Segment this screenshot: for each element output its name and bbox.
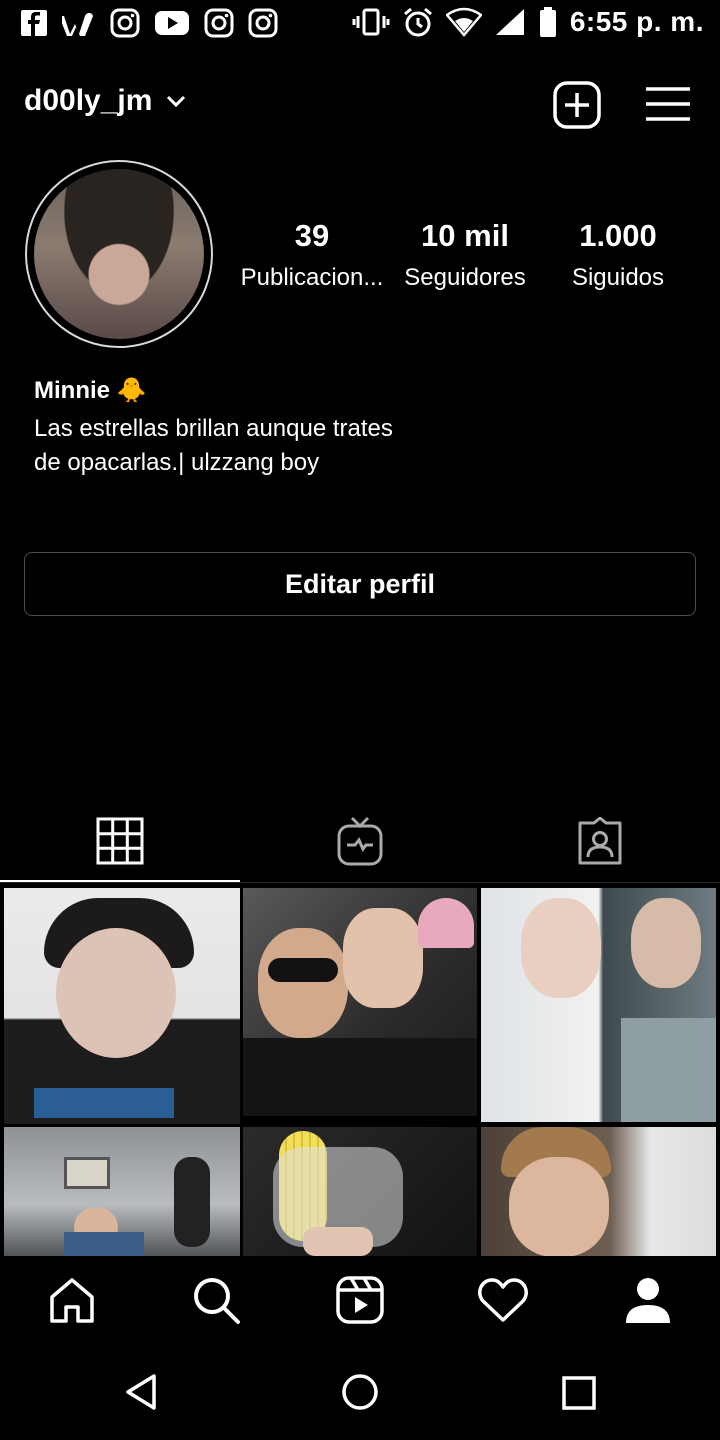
stat-following[interactable]: 1.000 Siguidos [548, 218, 688, 292]
instagram-icon [204, 8, 234, 38]
search-icon [194, 1278, 240, 1324]
reels-icon [336, 1276, 384, 1324]
nav-home[interactable] [42, 1272, 102, 1328]
profile-bio: Las estrellas brillan aunque trates de o… [34, 415, 393, 476]
tagged-icon [578, 817, 622, 865]
chevron-down-icon [167, 95, 186, 108]
recents-icon[interactable] [560, 1374, 598, 1412]
tab-grid[interactable] [0, 800, 240, 882]
username: d00ly_jm [24, 84, 153, 117]
nav-reels[interactable] [330, 1272, 390, 1328]
menu-icon[interactable] [644, 84, 692, 124]
home-circle-icon[interactable] [340, 1372, 380, 1412]
stat-posts-label: Publicacion... [240, 264, 384, 291]
tab-active-indicator [0, 880, 240, 882]
vibrate-icon [352, 8, 390, 36]
grid-post[interactable] [4, 888, 240, 1124]
avatar[interactable] [34, 169, 204, 339]
account-switcher[interactable]: d00ly_jm [24, 84, 186, 118]
stat-posts[interactable]: 39 Publicacion... [232, 218, 392, 292]
notification-icons [20, 8, 278, 38]
nav-profile[interactable] [618, 1272, 678, 1328]
tab-tagged[interactable] [480, 800, 720, 882]
instagram-icon [110, 8, 140, 38]
igtv-icon [337, 816, 383, 866]
grid-icon [96, 817, 144, 865]
back-icon[interactable] [122, 1372, 162, 1412]
grid-post[interactable] [481, 888, 716, 1122]
add-post-icon[interactable] [552, 80, 602, 130]
facebook-icon [21, 10, 47, 36]
profile-name: Minnie 🐥 [34, 377, 147, 404]
instagram-icon [248, 8, 278, 38]
stat-following-value: 1.000 [579, 218, 657, 253]
clock: 6:55 p. m. [569, 6, 704, 37]
grid-post[interactable] [243, 888, 477, 1116]
home-icon [50, 1278, 94, 1323]
grid-post[interactable] [481, 1127, 716, 1256]
tab-igtv[interactable] [240, 800, 480, 882]
stat-following-label: Siguidos [571, 264, 665, 291]
heart-icon [478, 1278, 528, 1322]
nav-activity[interactable] [473, 1272, 533, 1328]
stat-posts-value: 39 [294, 218, 330, 253]
wattpad-icon [62, 13, 93, 36]
battery-icon [539, 7, 556, 37]
tab-divider [0, 882, 720, 883]
grid-post[interactable] [4, 1127, 240, 1256]
signal-icon [495, 9, 524, 35]
stat-followers-label: Seguidores [404, 264, 526, 291]
status-bar: 6:55 p. m. [0, 0, 720, 52]
profile-icon [626, 1278, 670, 1323]
nav-search[interactable] [186, 1272, 246, 1328]
stat-followers-value: 10 mil [421, 218, 509, 253]
youtube-icon [155, 11, 189, 35]
edit-profile-button[interactable]: Editar perfil [24, 552, 696, 616]
system-status: 6:55 p. m. [352, 6, 704, 38]
grid-post[interactable] [243, 1127, 477, 1256]
stat-followers[interactable]: 10 mil Seguidores [392, 218, 538, 292]
alarm-icon [403, 7, 432, 37]
wifi-icon [445, 7, 482, 37]
